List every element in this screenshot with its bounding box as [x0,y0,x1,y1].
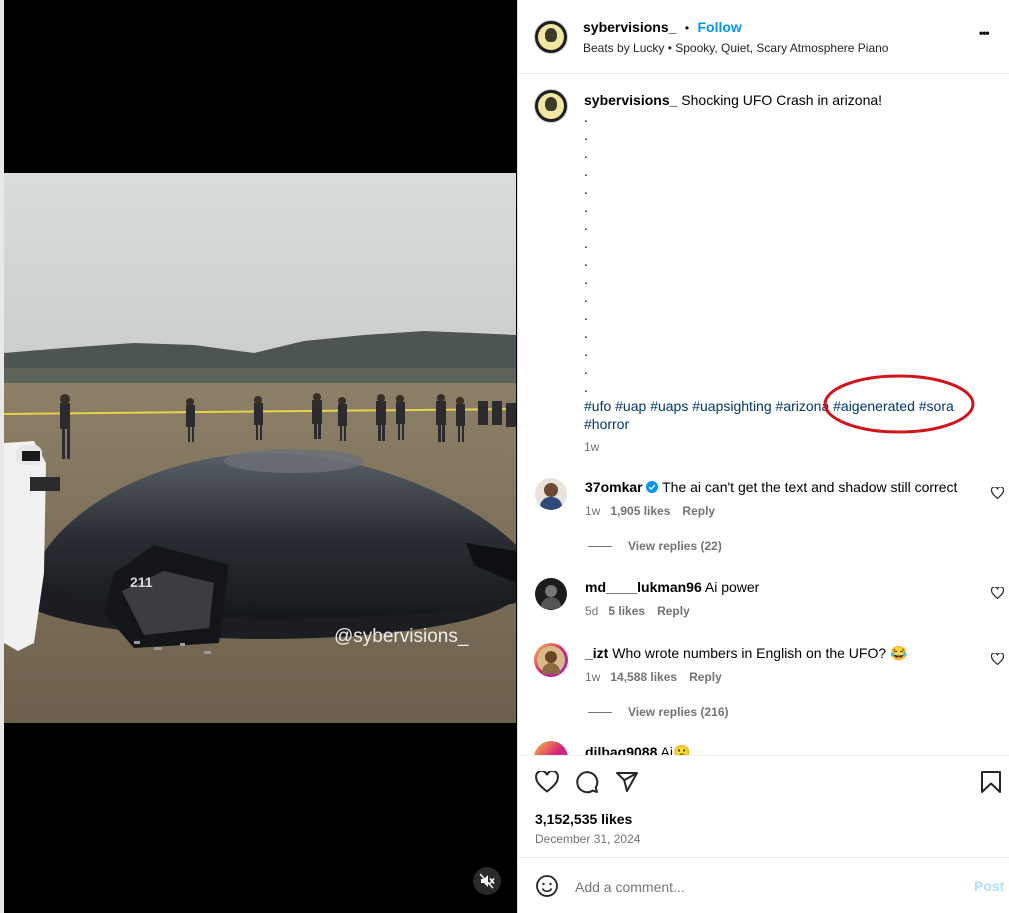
comment-text: The ai can't get the text and shadow sti… [662,479,958,495]
comment-likes[interactable]: 5 likes [608,604,645,618]
comment-time[interactable]: 1w [585,670,600,684]
hashtag-ufo[interactable]: #ufo [584,398,611,414]
ufo-crash-image: 211 @sybervisions_ [4,173,516,723]
post-date[interactable]: December 31, 2024 [535,832,640,846]
hashtag-uapsighting[interactable]: #uapsighting [692,398,771,414]
view-replies-button[interactable]: View replies (216) [588,705,729,719]
watermark: @sybervisions_ [334,626,469,647]
comment-avatar[interactable] [535,478,567,510]
comment-avatar[interactable] [535,578,567,610]
hashtag-uap[interactable]: #uap [615,398,646,414]
red-circle-annotation [823,374,975,434]
comment-meta: 1w 14,588 likes Reply [585,670,722,684]
comment-username[interactable]: md____lukman96 [585,579,702,595]
comment-username[interactable]: dilbag9088 [585,744,657,755]
author-username[interactable]: sybervisions_ [583,19,676,35]
comment-input[interactable] [573,874,957,900]
mute-button[interactable] [473,867,501,895]
speaker-muted-icon [479,873,495,889]
like-comment-heart-icon[interactable] [991,487,1004,499]
view-replies-button[interactable]: View replies (22) [588,539,722,553]
comment-bubble-icon[interactable] [575,770,599,794]
caption-text: Shocking UFO Crash in arizona! [681,92,883,108]
post-details-panel: sybervisions_ • Follow Beats by Lucky • … [517,0,1009,913]
comment-body: _izt Who wrote numbers in English on the… [585,645,907,662]
hashtag-uaps[interactable]: #uaps [650,398,688,414]
likes-count[interactable]: 3,152,535 likes [535,811,632,827]
svg-text:211: 211 [130,574,153,590]
reply-button[interactable]: Reply [689,670,722,684]
separator-dot: • [684,21,690,35]
comment-meta: 1w 1,905 likes Reply [585,504,715,518]
like-heart-icon[interactable] [535,771,559,793]
follow-button[interactable]: Follow [698,19,742,35]
emoji-icon[interactable] [535,874,559,898]
audio-track[interactable]: Beats by Lucky • Spooky, Quiet, Scary At… [583,41,888,55]
like-comment-heart-icon[interactable] [991,587,1004,599]
like-comment-heart-icon[interactable] [991,653,1004,665]
caption-dots: .... .... .... .... [584,109,588,395]
comment-body: md____lukman96 Ai power [585,579,759,595]
comment-username[interactable]: _izt [585,645,608,661]
reply-button[interactable]: Reply [657,604,690,618]
caption-hashtags-2: #horror [584,415,629,433]
comment-body: dilbag9088 Ai😕 [585,744,690,755]
comment-username[interactable]: 37omkar [585,479,643,495]
comment-avatar-story-ring[interactable] [534,741,568,755]
post-header: sybervisions_ • Follow Beats by Lucky • … [518,0,1009,74]
comment-time[interactable]: 1w [585,504,600,518]
video-frame[interactable]: 211 @sybervisions_ [4,173,516,723]
author-avatar[interactable] [534,20,568,54]
save-bookmark-icon[interactable] [980,770,1002,794]
comment-likes[interactable]: 14,588 likes [610,670,677,684]
composer-divider [518,857,1009,858]
caption-line: sybervisions_ Shocking UFO Crash in ariz… [584,91,882,109]
caption-username[interactable]: sybervisions_ [584,92,677,108]
comment-likes[interactable]: 1,905 likes [610,504,670,518]
share-send-icon[interactable] [615,770,639,794]
caption-avatar[interactable] [534,89,568,123]
comment-text: Ai power [704,579,760,595]
post-comment-button[interactable]: Post [974,878,1004,894]
comment-time[interactable]: 5d [585,604,598,618]
comment-text: Ai😕 [660,744,691,755]
verified-badge-icon [646,481,659,493]
comment-text: Who wrote numbers in English on the UFO?… [612,645,908,661]
more-options-icon[interactable]: ••• [979,26,990,40]
video-panel[interactable]: 211 @sybervisions_ [0,0,517,913]
comment-meta: 5d 5 likes Reply [585,604,690,618]
comment-body: 37omkar The ai can't get the text and sh… [585,479,957,495]
actions-divider [518,755,1009,756]
caption-timestamp[interactable]: 1w [584,440,599,454]
hashtag-horror[interactable]: #horror [584,416,629,432]
comment-clipped: dilbag9088 Ai😕 [518,738,1009,755]
reply-button[interactable]: Reply [682,504,715,518]
comment-avatar-story-ring[interactable] [534,643,568,677]
